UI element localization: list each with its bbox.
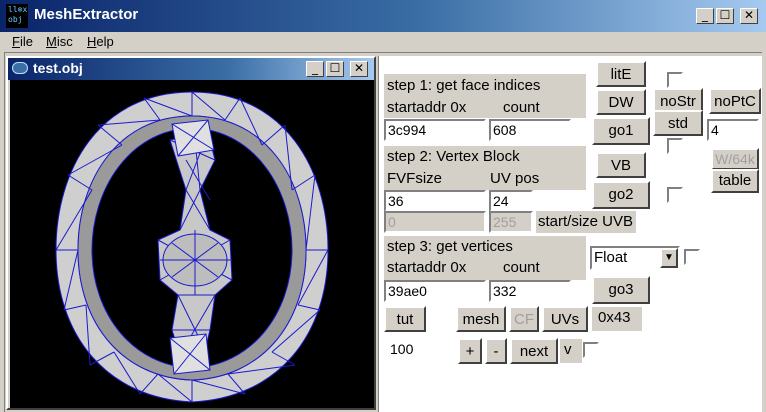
mesh-viewport[interactable] — [10, 80, 374, 408]
std-checkbox[interactable] — [667, 138, 683, 154]
close-button[interactable]: ✕ — [740, 8, 758, 24]
vb-button[interactable]: VB — [596, 152, 646, 178]
step3-count-label: count — [503, 259, 540, 276]
minus-button[interactable]: - — [485, 338, 507, 364]
chevron-down-icon[interactable]: ▼ — [660, 248, 678, 268]
lite-checkbox[interactable] — [667, 72, 683, 88]
std-value-input[interactable]: 4 — [707, 119, 759, 141]
uv-pos-label: UV pos — [490, 170, 540, 187]
dw-button[interactable]: DW — [596, 89, 646, 115]
plus-button[interactable]: + — [458, 338, 482, 364]
step-input-value: 100 — [390, 341, 414, 357]
minimize-button[interactable]: _ — [696, 8, 714, 24]
format-select-value: Float — [594, 249, 628, 266]
step3-addr-input[interactable]: 39ae0 — [384, 280, 486, 302]
step2-title: step 2: Vertex Block — [387, 148, 520, 165]
uvb-size-input[interactable]: 255 — [489, 211, 533, 233]
document-icon — [12, 62, 28, 74]
step-input[interactable]: 100 — [386, 338, 444, 360]
go3-button[interactable]: go3 — [592, 276, 650, 304]
next-button[interactable]: next — [510, 338, 558, 364]
std-button[interactable]: std — [653, 110, 703, 136]
v-label: v — [560, 339, 582, 363]
step3-title: step 3: get vertices — [387, 238, 513, 255]
tut-button[interactable]: tut — [384, 306, 426, 332]
menu-bar — [0, 32, 766, 52]
step3-addr-label: startaddr 0x — [387, 259, 467, 276]
uvb-label: start/size UVB — [536, 211, 636, 233]
fvf-label: FVFsize — [387, 170, 443, 187]
uvb-start-input[interactable]: 0 — [384, 211, 486, 233]
fvf-input[interactable]: 36 — [384, 190, 486, 212]
go2-button[interactable]: go2 — [592, 181, 650, 209]
mesh-render — [55, 91, 329, 403]
uvs-button[interactable]: UVs — [542, 306, 588, 332]
step3-count-input[interactable]: 332 — [489, 280, 571, 302]
viewer-maximize-button[interactable]: ☐ — [326, 61, 344, 77]
menu-help[interactable]: Help — [87, 34, 114, 49]
go1-button[interactable]: go1 — [592, 117, 650, 145]
v-checkbox[interactable] — [583, 342, 599, 358]
viewer-minimize-button[interactable]: _ — [306, 61, 324, 77]
noptc-button[interactable]: noPtC — [709, 88, 761, 114]
step1-count-label: count — [503, 99, 540, 116]
uv-pos-input[interactable]: 24 — [489, 190, 533, 212]
lite-button[interactable]: litE — [596, 61, 646, 87]
app-icon: ll⊗x obj — [6, 4, 28, 28]
menu-misc[interactable]: Misc — [46, 34, 73, 49]
hex-value: 0x43 — [592, 307, 642, 331]
maximize-button[interactable]: ☐ — [716, 8, 734, 24]
viewer-title: test.obj — [33, 60, 83, 76]
cf-button[interactable]: CF — [509, 306, 539, 332]
go2-checkbox[interactable] — [667, 187, 683, 203]
step1-title: step 1: get face indices — [387, 77, 541, 94]
w64k-button[interactable]: W/64k — [711, 148, 759, 170]
table-button[interactable]: table — [711, 169, 759, 193]
viewer-close-button[interactable]: ✕ — [350, 61, 368, 77]
step1-addr-label: startaddr 0x — [387, 99, 467, 116]
mesh-button[interactable]: mesh — [456, 306, 506, 332]
step1-count-input[interactable]: 608 — [489, 119, 571, 141]
step1-addr-input[interactable]: 3c994 — [384, 119, 486, 141]
window-title: MeshExtractor — [34, 6, 139, 23]
format-checkbox[interactable] — [684, 249, 700, 265]
menu-file[interactable]: File — [12, 34, 33, 49]
